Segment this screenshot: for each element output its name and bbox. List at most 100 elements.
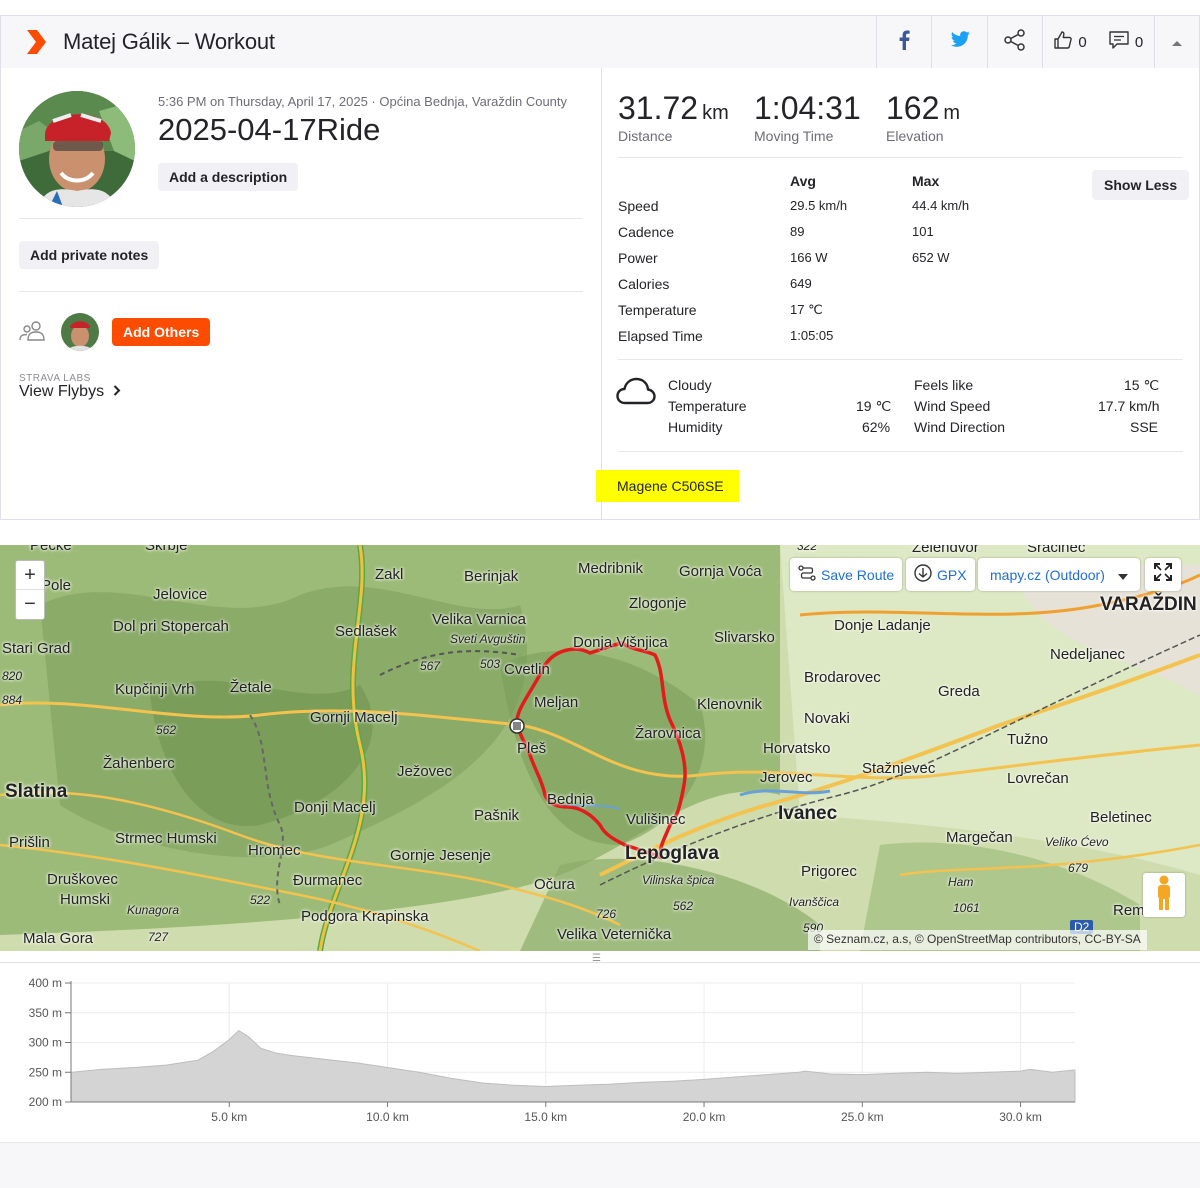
comments-button[interactable]: 0	[1098, 16, 1154, 68]
map-place-label: Kupčinji Vrh	[115, 681, 195, 698]
caret-up-icon	[1171, 34, 1183, 51]
map-place-label: Donje Ladanje	[834, 617, 931, 634]
athlete-avatar[interactable]	[19, 91, 135, 207]
map-place-label: Gornji Macelj	[310, 709, 398, 726]
detail-label: Temperature	[618, 302, 697, 318]
twitter-share-button[interactable]	[931, 16, 987, 68]
show-less-button[interactable]: Show Less	[1092, 170, 1190, 200]
participant-avatar[interactable]	[61, 313, 99, 351]
map-place-label: Ham	[948, 875, 974, 889]
humidity-value: 62%	[862, 419, 891, 435]
elevation-chart[interactable]: 200 m 250 m 300 m 350 m 400 m 5.0 km 10.0 km 15…	[0, 963, 1200, 1143]
column-divider	[601, 68, 602, 520]
detail-avg-value: 29.5 km/h	[790, 198, 848, 213]
fullscreen-button[interactable]	[1145, 558, 1181, 591]
stat-distance: 31.72 km Distance	[618, 90, 729, 144]
detail-avg-value: 649	[790, 276, 812, 291]
map-place-label: Beletinec	[1090, 809, 1152, 826]
map-layer-select[interactable]: mapy.cz (Outdoor)	[978, 558, 1140, 591]
add-description-button[interactable]: Add a description	[158, 163, 299, 191]
map-place-label: Đurmanec	[293, 872, 363, 889]
route-map[interactable]: Pecke Skrbje Zelendvor Sracinec Zakl Berinjak…	[0, 545, 1200, 951]
map-place-label: Klenovnik	[697, 696, 763, 713]
map-place-label: Pole	[41, 577, 72, 594]
facebook-share-button[interactable]	[876, 16, 931, 68]
map-place-label: Brodarovec	[804, 669, 881, 686]
feels-like-value: 15 ℃	[1124, 377, 1160, 393]
map-attribution: © Seznam.cz, a.s, © OpenStreetMap contri…	[808, 930, 1147, 950]
road-number-label: 522	[250, 893, 271, 907]
map-place-label: Pleš	[517, 740, 547, 757]
x-tick-label: 15.0 km	[524, 1110, 567, 1124]
road-number-label: 1061	[953, 901, 980, 915]
map-place-label: Ježovec	[397, 763, 453, 780]
x-tick-label: 25.0 km	[841, 1110, 884, 1124]
map-place-label: Žahenberc	[103, 755, 175, 772]
detail-label: Cadence	[618, 224, 675, 240]
map-place-label: Stažnjevec	[862, 760, 936, 777]
detail-label: Power	[618, 250, 658, 266]
chevron-right-icon	[113, 383, 121, 400]
road-number-label: 567	[420, 659, 441, 673]
map-place-label: Velika Veternička	[557, 926, 672, 943]
map-place-label: Druškovec	[47, 871, 118, 888]
map-place-label: Ivanščica	[789, 895, 840, 909]
map-place-label: Žarovnica	[635, 725, 701, 742]
view-flybys-link[interactable]: View Flybys	[19, 383, 121, 401]
weather-condition: Cloudy	[668, 377, 712, 393]
map-place-label: Meljan	[534, 694, 579, 711]
elevation-area	[70, 1029, 1076, 1103]
divider	[19, 291, 583, 292]
map-place-label: Mala Gora	[23, 930, 94, 947]
stat-elevation: 162 m Elevation	[886, 90, 960, 144]
twitter-icon	[949, 31, 971, 53]
map-place-label: Lepoglava	[625, 843, 719, 864]
kudos-button[interactable]: 0	[1042, 16, 1098, 68]
gpx-download-button[interactable]: GPX	[906, 558, 975, 591]
map-place-label: Prigorec	[801, 863, 857, 880]
map-place-label: Margečan	[946, 829, 1013, 846]
expand-icon	[1154, 563, 1172, 586]
elevation-unit: m	[943, 102, 961, 124]
humidity-label: Humidity	[668, 419, 723, 435]
detail-avg-value: 166 W	[790, 250, 828, 265]
map-place-label: Horvatsko	[763, 740, 831, 757]
road-number-label: 727	[148, 930, 169, 944]
map-place-label: Donji Macelj	[294, 799, 376, 816]
comment-icon	[1109, 31, 1129, 53]
map-place-label: Medribnik	[578, 560, 644, 577]
map-place-label: Pašnik	[474, 807, 520, 824]
distance-unit: km	[702, 102, 729, 124]
map-place-label: Slatina	[5, 781, 68, 802]
facebook-icon	[898, 30, 910, 54]
elevation-profile: 200 m 250 m 300 m 350 m 400 m 5.0 km 10.0 km 15…	[0, 962, 1200, 1142]
street-view-button[interactable]	[1143, 873, 1185, 917]
wind-speed-label: Wind Speed	[914, 398, 991, 414]
chart-footer	[0, 1142, 1200, 1188]
divider	[618, 359, 1183, 360]
map-place-label: Gornja Voća	[679, 563, 762, 580]
y-tick-label: 300 m	[29, 1036, 62, 1050]
detail-label: Calories	[618, 276, 670, 292]
share-button[interactable]	[987, 16, 1042, 68]
collapse-button[interactable]	[1154, 16, 1199, 68]
detail-avg-value: 1:05:05	[790, 328, 834, 343]
page-title: Matej Gálik – Workout	[63, 29, 275, 54]
weather-temperature-value: 19 ℃	[856, 398, 892, 414]
detail-avg-value: 17 ℃	[790, 302, 823, 317]
zoom-in-button[interactable]: +	[16, 561, 44, 590]
detail-avg-value: 89	[790, 224, 805, 239]
add-private-notes-button[interactable]: Add private notes	[19, 241, 160, 269]
map-place-label: Nedeljanec	[1050, 646, 1126, 663]
route-icon	[798, 565, 816, 584]
avg-header: Avg	[790, 173, 816, 189]
road-number-label: 562	[156, 723, 177, 737]
save-route-button[interactable]: Save Route	[790, 558, 903, 591]
divider	[19, 218, 583, 219]
map-place-label: Tužno	[1007, 731, 1049, 748]
wind-speed-value: 17.7 km/h	[1098, 398, 1160, 414]
add-others-button[interactable]: Add Others	[112, 318, 211, 346]
moving-time-value: 1:04:31	[754, 90, 861, 126]
zoom-out-button[interactable]: −	[16, 590, 44, 619]
feels-like-label: Feels like	[914, 377, 974, 393]
